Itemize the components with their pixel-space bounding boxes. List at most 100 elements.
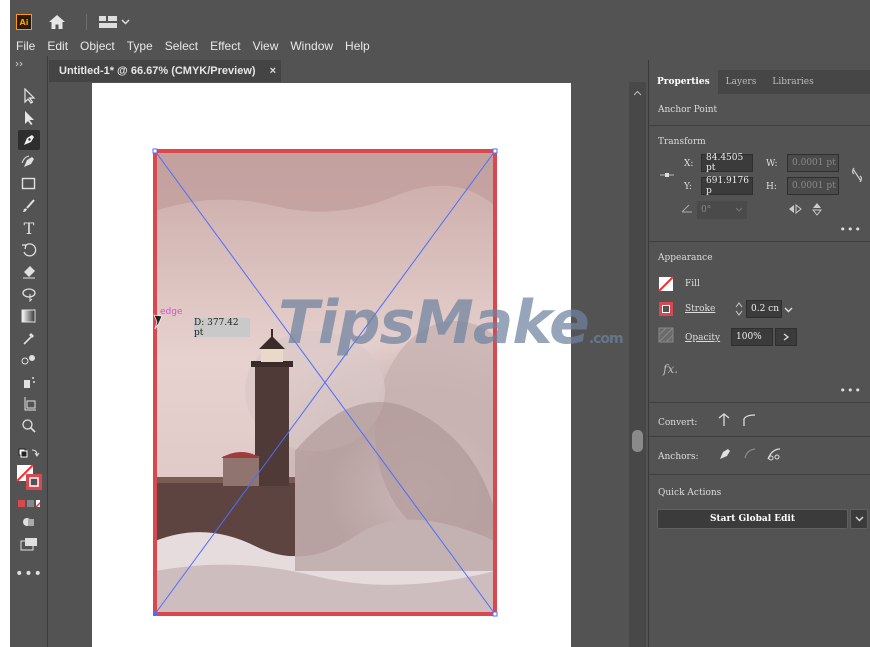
- constrain-proportions-icon[interactable]: [850, 166, 864, 184]
- opacity-arrow-button[interactable]: [775, 328, 797, 346]
- drawing-mode-button[interactable]: [18, 512, 40, 532]
- zoom-tool[interactable]: [18, 416, 40, 436]
- y-position-field[interactable]: 691.9176 p: [701, 176, 753, 196]
- menu-type[interactable]: Type: [121, 39, 159, 53]
- chevron-down-icon: [121, 19, 130, 25]
- fill-swatch-icon[interactable]: [658, 276, 674, 292]
- anchor-point-bl[interactable]: [153, 612, 157, 616]
- left-edge-strip: [0, 0, 10, 647]
- menu-select[interactable]: Select: [159, 39, 204, 53]
- anchor-point-tr[interactable]: [492, 148, 498, 154]
- convert-corner-icon[interactable]: [717, 413, 731, 427]
- tab-properties[interactable]: Properties: [649, 70, 718, 94]
- divider: [649, 241, 870, 242]
- stroke-weight-field[interactable]: 0.2 cn: [746, 300, 782, 318]
- symbol-sprayer-tool[interactable]: [18, 372, 40, 392]
- selection-tool[interactable]: [18, 86, 40, 106]
- fx-button[interactable]: fx.: [663, 362, 678, 376]
- stepper-icon[interactable]: [735, 302, 743, 316]
- menu-file[interactable]: File: [10, 39, 41, 53]
- tab-layers[interactable]: Layers: [718, 70, 765, 94]
- tab-libraries[interactable]: Libraries: [764, 70, 821, 94]
- fill-label: Fill: [685, 279, 700, 289]
- pen-tool[interactable]: [18, 130, 40, 150]
- workspace-switcher-button[interactable]: [99, 16, 130, 28]
- edit-toolbar-button[interactable]: •••: [15, 564, 42, 584]
- workspace-layout-icon: [99, 16, 117, 28]
- reference-point-icon[interactable]: [659, 168, 675, 182]
- paintbrush-tool[interactable]: [18, 196, 40, 216]
- divider: [649, 474, 870, 475]
- swap-fill-stroke[interactable]: [18, 443, 40, 463]
- chevron-down-icon[interactable]: [735, 207, 743, 212]
- rectangle-icon: [21, 177, 36, 190]
- chevron-down-icon: [855, 516, 863, 522]
- fill-stroke-swatches[interactable]: [16, 464, 44, 492]
- scrollbar-thumb[interactable]: [632, 430, 643, 452]
- selection-arrow-icon: [24, 88, 36, 104]
- eyedropper-tool[interactable]: [18, 328, 40, 348]
- anchors-label: Anchors:: [658, 452, 699, 462]
- flip-horizontal-icon[interactable]: [788, 204, 802, 214]
- x-position-field[interactable]: 84.4505 pt: [701, 153, 753, 173]
- panel-collapse-grip[interactable]: [14, 58, 38, 67]
- remove-anchor-icon[interactable]: [742, 446, 758, 462]
- width-field[interactable]: 0.0001 pt: [787, 154, 839, 172]
- document-tab-title: Untitled-1* @ 66.67% (CMYK/Preview): [59, 65, 256, 77]
- menu-view[interactable]: View: [247, 39, 285, 53]
- angle-icon: [681, 204, 692, 213]
- blend-tool[interactable]: [18, 350, 40, 370]
- global-edit-options-button[interactable]: [850, 509, 868, 529]
- opacity-field[interactable]: 100%: [731, 328, 773, 346]
- opacity-label[interactable]: Opacity: [685, 333, 720, 343]
- scroll-up-icon[interactable]: [633, 90, 642, 96]
- type-tool[interactable]: T: [18, 218, 40, 238]
- color-mode-buttons[interactable]: [18, 494, 40, 514]
- app-top-bar: Ai: [10, 8, 870, 36]
- lasso-select-tool[interactable]: [18, 284, 40, 304]
- menu-effect[interactable]: Effect: [204, 39, 246, 53]
- screen-mode-button[interactable]: [18, 534, 40, 554]
- rotate-tool[interactable]: [18, 240, 40, 260]
- curvature-tool[interactable]: [18, 152, 40, 172]
- appearance-title: Appearance: [658, 253, 713, 263]
- menu-window[interactable]: Window: [284, 39, 339, 53]
- menu-help[interactable]: Help: [339, 39, 376, 53]
- eyedropper-icon: [23, 333, 34, 345]
- eraser-tool[interactable]: [18, 262, 40, 282]
- symbol-sprayer-icon: [24, 377, 35, 388]
- gradient-icon: [21, 309, 36, 323]
- chevron-down-icon[interactable]: [784, 307, 793, 313]
- stroke-swatch-icon[interactable]: [658, 301, 674, 317]
- anchor-point-tl[interactable]: [152, 148, 158, 154]
- artboard-tool[interactable]: [18, 394, 40, 414]
- pen-nib-icon: [24, 135, 34, 145]
- flip-vertical-icon[interactable]: [812, 202, 822, 216]
- appearance-more-options[interactable]: •••: [840, 384, 862, 397]
- panel-tabs: Properties Layers Libraries: [649, 70, 870, 94]
- rectangle-tool[interactable]: [18, 174, 40, 194]
- height-field[interactable]: 0.0001 pt: [787, 177, 839, 195]
- transform-more-options[interactable]: •••: [840, 223, 862, 236]
- add-anchor-icon[interactable]: [717, 446, 733, 462]
- menu-edit[interactable]: Edit: [41, 39, 74, 53]
- close-tab-icon[interactable]: ×: [270, 65, 276, 77]
- menu-object[interactable]: Object: [74, 39, 121, 53]
- opacity-icon[interactable]: [658, 327, 674, 343]
- document-tab[interactable]: Untitled-1* @ 66.67% (CMYK/Preview) ×: [49, 60, 281, 82]
- eraser-icon: [23, 266, 35, 279]
- convert-smooth-icon[interactable]: [741, 413, 757, 427]
- stroke-label[interactable]: Stroke: [685, 304, 715, 314]
- canvas-vertical-scrollbar[interactable]: [629, 82, 646, 647]
- cut-path-icon[interactable]: [766, 446, 784, 462]
- quick-actions-title: Quick Actions: [658, 488, 722, 498]
- w-label: W:: [766, 159, 778, 169]
- paintbrush-icon: [23, 199, 35, 212]
- anchor-point-br[interactable]: [492, 611, 498, 617]
- y-label: Y:: [684, 182, 692, 192]
- home-icon[interactable]: [48, 14, 66, 30]
- gradient-tool[interactable]: [18, 306, 40, 326]
- direct-selection-tool[interactable]: [18, 108, 40, 128]
- start-global-edit-button[interactable]: Start Global Edit: [657, 509, 848, 529]
- divider: [649, 125, 870, 126]
